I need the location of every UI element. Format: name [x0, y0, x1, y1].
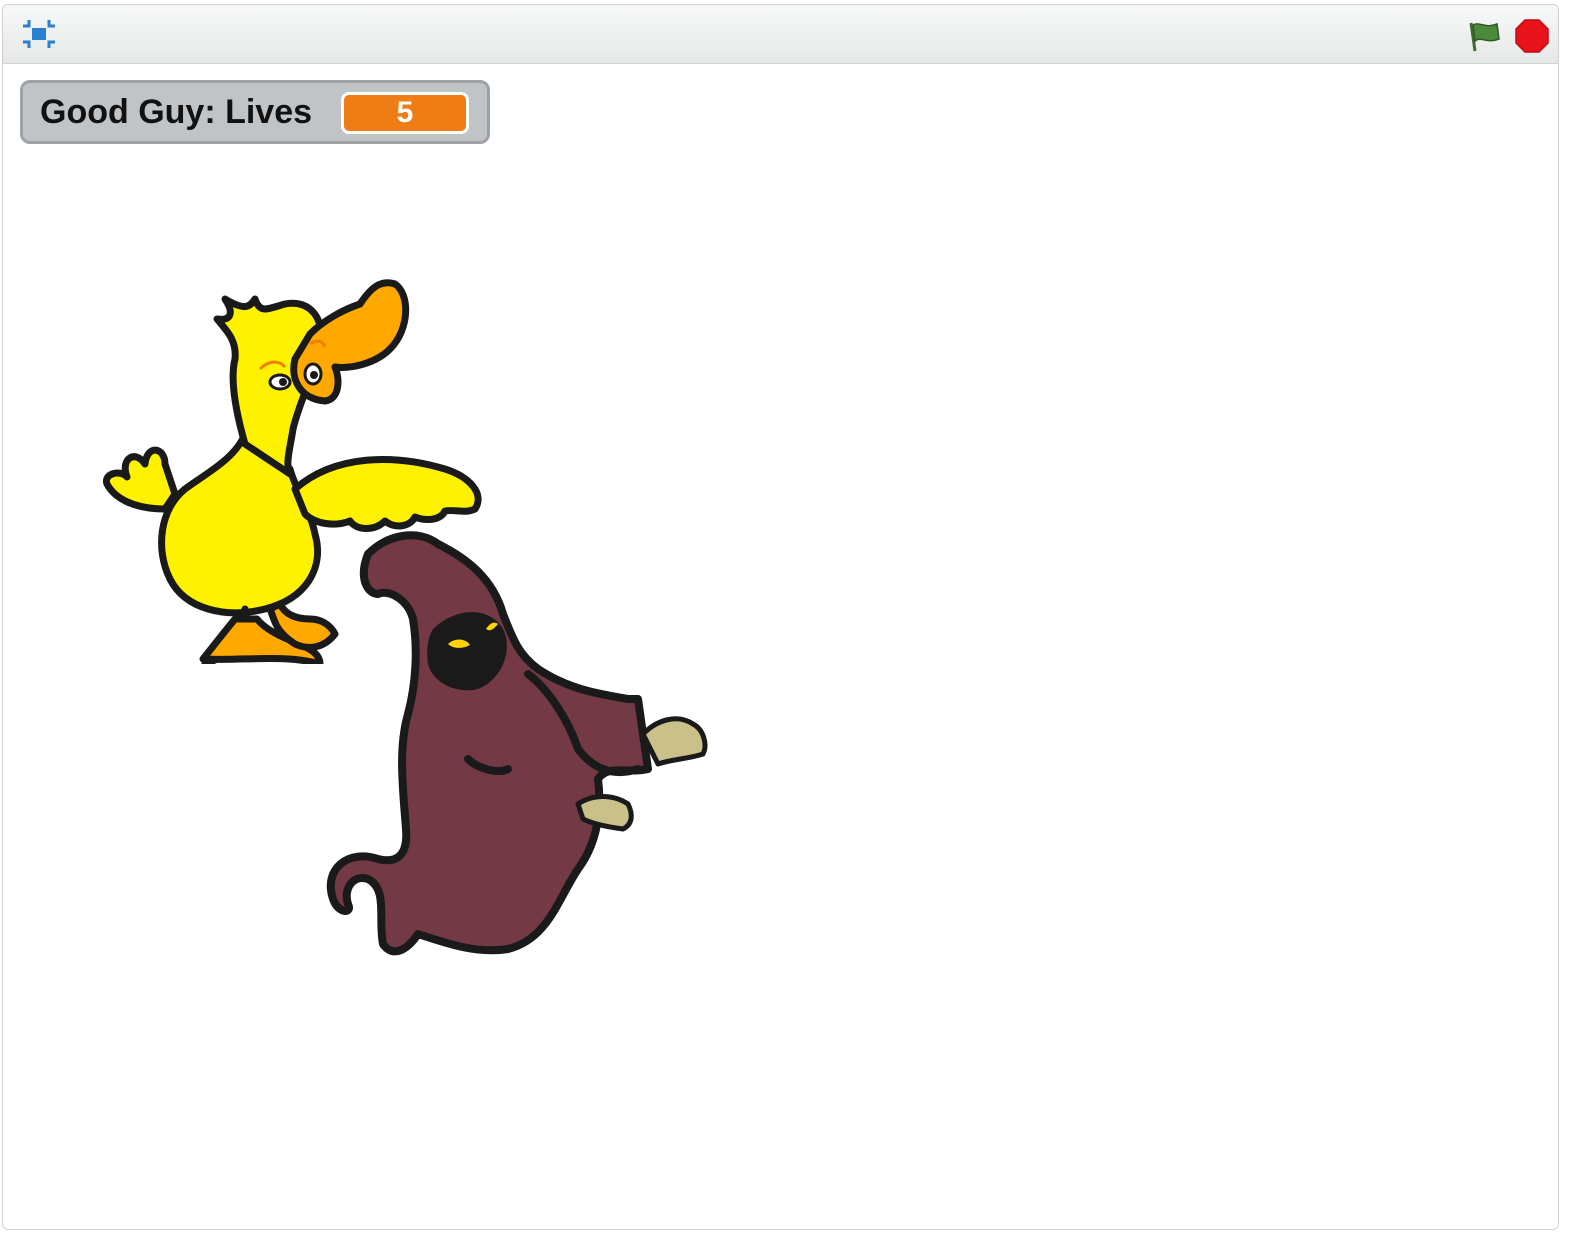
variable-monitor-label: Good Guy: Lives	[40, 93, 313, 131]
ghost-sprite[interactable]	[308, 519, 738, 969]
variable-monitor: Good Guy: Lives 5	[20, 80, 490, 144]
stage-frame: Good Guy: Lives 5	[2, 4, 1559, 1230]
stage-canvas[interactable]: Good Guy: Lives 5	[3, 64, 1558, 1229]
fullscreen-icon[interactable]	[17, 17, 61, 51]
stage-toolbar	[3, 5, 1558, 64]
variable-monitor-value: 5	[341, 92, 469, 134]
stop-sign-icon[interactable]	[1515, 19, 1549, 53]
green-flag-icon[interactable]	[1465, 19, 1503, 53]
